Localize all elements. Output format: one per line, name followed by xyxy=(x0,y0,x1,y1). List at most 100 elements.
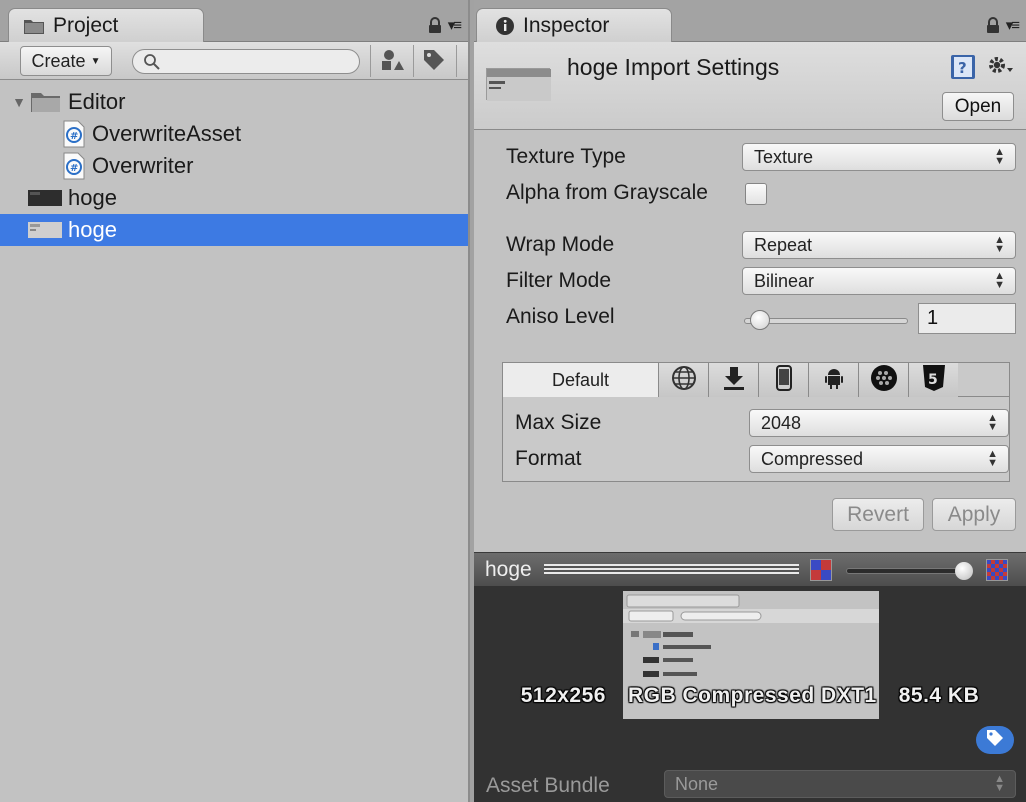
preview-toolbar[interactable]: hoge xyxy=(474,552,1026,586)
tab-platform-android[interactable] xyxy=(808,363,858,397)
android-icon xyxy=(824,366,844,395)
mip-level-slider[interactable] xyxy=(846,568,968,574)
tree-item-overwriter[interactable]: # Overwriter xyxy=(8,150,468,182)
wrap-mode-value: Repeat xyxy=(754,234,813,255)
filter-mode-label: Filter Mode xyxy=(506,269,612,292)
gear-icon[interactable] xyxy=(986,54,1014,83)
lock-icon[interactable] xyxy=(428,16,442,34)
create-button[interactable]: Create ▼ xyxy=(20,46,112,76)
asset-labels-button[interactable] xyxy=(976,726,1014,754)
tag-icon xyxy=(985,728,1005,753)
svg-text:5: 5 xyxy=(928,372,938,388)
tree-item-label: hoge xyxy=(68,185,117,210)
tab-inspector[interactable]: Inspector xyxy=(476,8,672,43)
texture-preview: 512x256 RGB Compressed DXT1 85.4 KB Asse… xyxy=(474,586,1026,802)
tree-item-hoge[interactable]: hoge xyxy=(8,182,468,214)
open-button[interactable]: Open xyxy=(942,92,1014,121)
create-button-label: Create xyxy=(31,50,86,71)
tab-platform-default-label: Default xyxy=(551,369,610,390)
open-button-label: Open xyxy=(954,95,1002,117)
max-size-label: Max Size xyxy=(515,411,602,434)
tab-platform-web[interactable] xyxy=(658,363,708,397)
texture-icon xyxy=(28,222,62,238)
updown-arrows-icon: ▲ ▼ xyxy=(987,412,998,433)
inspector-tabbar: Inspector ▾≡ xyxy=(474,0,1026,43)
tab-platform-webgl[interactable]: 5 xyxy=(908,363,958,397)
inspector-header: hoge Import Settings ? Open xyxy=(474,42,1026,130)
tree-item-hoge-selected[interactable]: hoge xyxy=(0,214,468,246)
alpha-from-grayscale-label: Alpha from Grayscale xyxy=(506,181,708,204)
preview-info: 512x256 RGB Compressed DXT1 85.4 KB xyxy=(474,684,1026,708)
tab-platform-standalone[interactable] xyxy=(708,363,758,397)
wrap-mode-dropdown[interactable]: Repeat ▲ ▼ xyxy=(742,231,1016,259)
apply-button[interactable]: Apply xyxy=(932,498,1016,531)
toolbar-divider xyxy=(456,45,457,77)
updown-arrows-icon: ▲ ▼ xyxy=(994,773,1005,794)
phone-icon xyxy=(775,364,792,396)
help-book-icon[interactable]: ? xyxy=(950,54,976,85)
revert-button-label: Revert xyxy=(847,502,909,526)
project-toolbar: Create ▼ xyxy=(0,42,468,80)
tree-item-overwriteasset[interactable]: # OverwriteAsset xyxy=(8,118,468,150)
preview-title: hoge xyxy=(485,558,532,581)
texture-icon xyxy=(28,190,62,206)
tree-item-label: Overwriter xyxy=(92,153,194,178)
tree-item-label: OverwriteAsset xyxy=(92,121,242,146)
texture-type-value: Texture xyxy=(754,146,814,167)
aniso-level-label: Aniso Level xyxy=(506,305,615,328)
apply-button-label: Apply xyxy=(947,502,1001,526)
alpha-from-grayscale-checkbox[interactable] xyxy=(745,183,767,205)
mip-level-slider-thumb[interactable] xyxy=(955,562,973,580)
drag-handle[interactable] xyxy=(544,564,799,576)
asset-bundle-dropdown[interactable]: None ▲ ▼ xyxy=(664,770,1016,798)
dropdown-caret-icon: ▼ xyxy=(90,55,101,67)
filter-by-type-icon[interactable] xyxy=(380,48,406,77)
format-value: Compressed xyxy=(761,448,864,469)
info-icon xyxy=(495,16,515,36)
html5-icon: 5 xyxy=(922,364,946,397)
expand-arrow-icon[interactable]: ▼ xyxy=(8,94,30,110)
tag-icon[interactable] xyxy=(422,48,446,77)
filter-mode-value: Bilinear xyxy=(754,270,815,291)
aniso-level-slider-thumb[interactable] xyxy=(750,310,770,330)
format-dropdown[interactable]: Compressed ▲ ▼ xyxy=(749,445,1009,473)
project-panel: Project ▾≡ Create ▼ ▼ Editor # Overwrite… xyxy=(0,0,470,802)
max-size-value: 2048 xyxy=(761,412,802,433)
updown-arrows-icon: ▲ ▼ xyxy=(994,270,1005,291)
wrap-mode-label: Wrap Mode xyxy=(506,233,615,256)
tree-item-editor[interactable]: ▼ Editor xyxy=(8,86,468,118)
asset-thumbnail xyxy=(486,68,551,101)
lock-icon[interactable] xyxy=(986,16,1000,34)
project-tree: ▼ Editor # OverwriteAsset # Overwriter h… xyxy=(0,86,468,246)
texture-type-dropdown[interactable]: Texture ▲ ▼ xyxy=(742,143,1016,171)
toolbar-divider xyxy=(370,45,371,77)
csharp-script-icon: # xyxy=(62,152,86,180)
search-input[interactable] xyxy=(132,49,360,74)
tab-inspector-label: Inspector xyxy=(523,14,610,37)
asset-bundle-value: None xyxy=(675,773,719,794)
folder-icon xyxy=(30,90,62,114)
tab-platform-blackberry[interactable] xyxy=(858,363,908,397)
inspector-panel: Inspector ▾≡ hoge Import Settings ? Open… xyxy=(474,0,1026,802)
search-icon xyxy=(143,53,161,76)
panel-menu-icon[interactable]: ▾≡ xyxy=(1006,16,1020,34)
format-label: Format xyxy=(515,447,582,470)
tab-platform-default[interactable]: Default xyxy=(503,363,658,397)
folder-icon xyxy=(23,17,45,35)
asset-bundle-label: Asset Bundle xyxy=(486,774,610,797)
svg-text:#: # xyxy=(70,163,78,174)
panel-menu-icon[interactable]: ▾≡ xyxy=(448,16,462,34)
revert-button[interactable]: Revert xyxy=(832,498,924,531)
blackberry-icon xyxy=(870,364,898,397)
svg-text:#: # xyxy=(70,131,78,142)
mip-large-icon xyxy=(986,559,1008,581)
filter-mode-dropdown[interactable]: Bilinear ▲ ▼ xyxy=(742,267,1016,295)
tab-platform-ios[interactable] xyxy=(758,363,808,397)
tab-project[interactable]: Project xyxy=(8,8,204,43)
inspector-tab-controls: ▾≡ xyxy=(986,16,1020,34)
updown-arrows-icon: ▲ ▼ xyxy=(994,146,1005,167)
max-size-dropdown[interactable]: 2048 ▲ ▼ xyxy=(749,409,1009,437)
preview-dimensions: 512x256 xyxy=(520,684,606,707)
aniso-level-field[interactable]: 1 xyxy=(918,303,1016,334)
platform-settings: Default 5 Max Size 2048 ▲ ▼ Format Compr… xyxy=(502,362,1010,482)
